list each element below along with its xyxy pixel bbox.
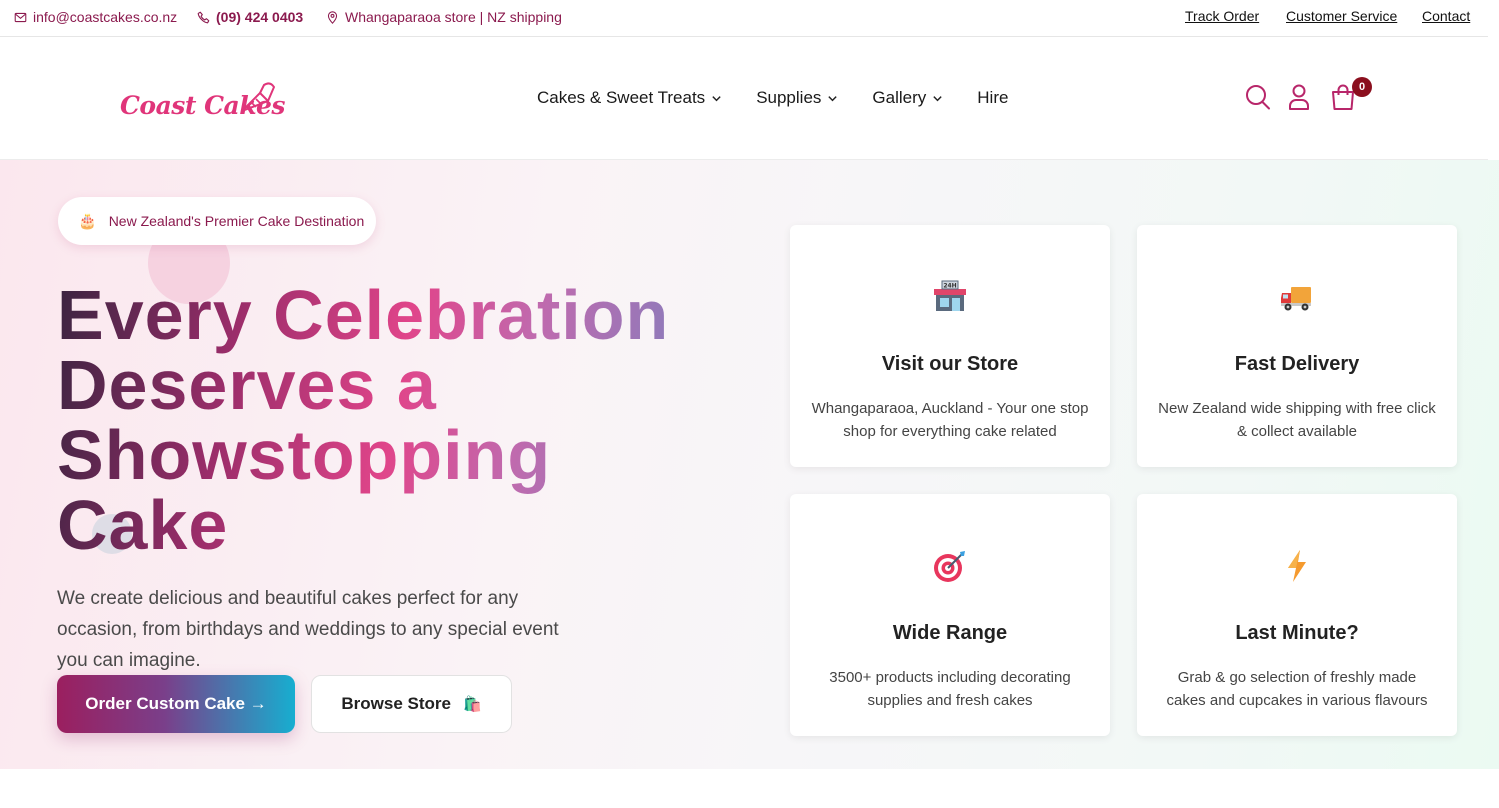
piping-bag-icon xyxy=(241,82,275,112)
nav-cakes-sweet-treats[interactable]: Cakes & Sweet Treats xyxy=(537,88,722,108)
headline-line: Cake xyxy=(57,486,229,564)
chevron-down-icon xyxy=(828,95,838,101)
feature-card-last-minute: Last Minute? Grab & go selection of fres… xyxy=(1137,494,1457,736)
feature-title: Fast Delivery xyxy=(1234,353,1360,375)
store-text: Whangaparaoa store | NZ shipping xyxy=(345,9,562,25)
nav-hire[interactable]: Hire xyxy=(977,88,1008,108)
hero-subtext: We create delicious and beautiful cakes … xyxy=(57,588,559,671)
nav-gallery[interactable]: Gallery xyxy=(872,88,943,108)
feature-desc: New Zealand wide shipping with free clic… xyxy=(1158,400,1436,440)
button-label: Order Custom Cake → xyxy=(85,694,267,713)
nav-label: Hire xyxy=(977,88,1009,107)
button-label: Browse Store xyxy=(341,694,451,713)
delivery-truck-icon xyxy=(1281,287,1311,311)
nav-label: Supplies xyxy=(756,88,822,107)
location-pin-icon xyxy=(327,10,338,24)
chevron-down-icon xyxy=(933,95,942,101)
svg-text:24H: 24H xyxy=(943,283,956,290)
feature-title: Visit our Store xyxy=(881,353,1019,375)
headline-line: Showstopping xyxy=(57,416,552,494)
phone-icon xyxy=(197,11,210,23)
order-custom-cake-button[interactable]: Order Custom Cake → xyxy=(57,675,295,733)
store-location[interactable]: Whangaparaoa store | NZ shipping xyxy=(326,9,562,25)
mail-icon xyxy=(14,12,27,22)
phone-text: (09) 424 0403 xyxy=(216,9,304,25)
top-bar: info@coastcakes.co.nz (09) 424 0403 Whan… xyxy=(0,0,1488,37)
feature-title: Last Minute? xyxy=(1235,622,1359,644)
page-below-fold xyxy=(0,769,1499,808)
feature-card-fast-delivery: Fast Delivery New Zealand wide shipping … xyxy=(1137,225,1457,467)
customer-service-link[interactable]: Customer Service xyxy=(1286,8,1397,24)
nav-label: Cakes & Sweet Treats xyxy=(537,88,706,107)
search-icon[interactable] xyxy=(1245,83,1271,111)
contact-link[interactable]: Contact xyxy=(1422,8,1470,24)
feature-card-wide-range: Wide Range 3500+ products including deco… xyxy=(790,494,1110,736)
target-icon xyxy=(934,551,965,582)
site-header: Coast Cakes Cakes & Sweet Treats Supplie… xyxy=(0,37,1488,160)
track-order-link[interactable]: Track Order xyxy=(1185,8,1259,24)
chevron-down-icon xyxy=(712,95,721,101)
account-icon[interactable] xyxy=(1286,83,1312,111)
hero-badge: 🎂 New Zealand's Premier Cake Destination xyxy=(58,197,376,245)
hero-headline: Every Celebration Deserves a Showstoppin… xyxy=(57,280,757,560)
browse-store-button[interactable]: Browse Store 🛍️ xyxy=(311,675,512,733)
headline-line: Every Celebration xyxy=(57,276,670,354)
feature-title: Wide Range xyxy=(892,622,1008,644)
headline-line: Deserves a xyxy=(57,346,437,424)
lightning-icon xyxy=(1288,550,1306,582)
logo[interactable]: Coast Cakes xyxy=(118,77,286,127)
main-nav: Cakes & Sweet Treats Supplies Gallery Hi… xyxy=(537,88,1008,108)
nav-supplies[interactable]: Supplies xyxy=(756,88,838,108)
hero-section: 🎂 New Zealand's Premier Cake Destination… xyxy=(0,160,1499,769)
cake-icon: 🎂 xyxy=(78,213,97,230)
feature-card-visit-store: 24H Visit our Store Whangaparaoa, Auckla… xyxy=(790,225,1110,467)
nav-label: Gallery xyxy=(872,88,927,107)
feature-desc: 3500+ products including decorating supp… xyxy=(829,669,1071,709)
cart-count-badge: 0 xyxy=(1352,77,1372,97)
feature-desc: Grab & go selection of freshly made cake… xyxy=(1166,669,1428,709)
shopping-bag-icon: 🛍️ xyxy=(462,696,482,713)
email-text: info@coastcakes.co.nz xyxy=(33,9,178,25)
feature-desc: Whangaparaoa, Auckland - Your one stop s… xyxy=(811,400,1089,440)
store-24h-icon: 24H xyxy=(934,280,966,311)
phone-contact[interactable]: (09) 424 0403 xyxy=(197,9,303,25)
hero-badge-text: New Zealand's Premier Cake Destination xyxy=(108,213,365,229)
email-contact[interactable]: info@coastcakes.co.nz xyxy=(14,9,177,25)
